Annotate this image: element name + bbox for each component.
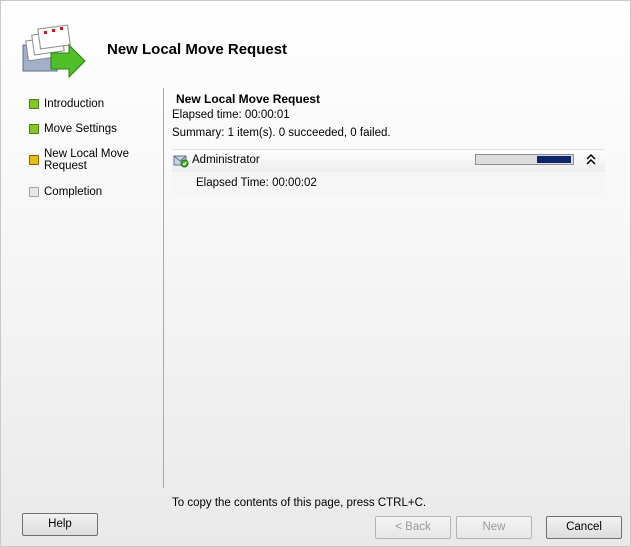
move-request-wizard-icon (22, 24, 86, 79)
task-elapsed-time: Elapsed Time: 00:00:02 (196, 177, 317, 189)
new-button[interactable]: New (456, 516, 532, 539)
summary-text: Summary: 1 item(s). 0 succeeded, 0 faile… (172, 127, 391, 139)
cancel-button[interactable]: Cancel (546, 516, 622, 539)
completed-status-icon (29, 99, 39, 109)
page-title: New Local Move Request (176, 92, 321, 106)
help-button[interactable]: Help (22, 513, 98, 536)
copy-hint-text: To copy the contents of this page, press… (172, 497, 427, 509)
task-detail-row: Elapsed Time: 00:00:02 (172, 172, 605, 195)
mailbox-user-icon (173, 155, 189, 168)
nav-divider (163, 88, 164, 488)
in-progress-status-icon (29, 155, 39, 165)
nav-item-label: Completion (44, 186, 103, 198)
completed-status-icon (29, 124, 39, 134)
task-name: Administrator (192, 154, 260, 166)
wizard-title: New Local Move Request (107, 41, 288, 58)
progress-fill (537, 156, 571, 163)
pending-status-icon (29, 187, 39, 197)
nav-item-label: Move Settings (44, 123, 117, 135)
nav-item-label: New Local Move Request (44, 148, 130, 172)
nav-item-label: Introduction (44, 98, 105, 110)
elapsed-time: Elapsed time: 00:00:01 (172, 109, 290, 121)
task-progress-bar (475, 154, 574, 165)
task-row-administrator[interactable]: Administrator (172, 149, 605, 174)
back-button[interactable]: < Back (375, 516, 451, 539)
wizard-header: New Local Move Request (1, 1, 631, 85)
wizard-window: New Local Move Request Introduction Move… (0, 0, 631, 547)
collapse-icon[interactable] (585, 153, 597, 167)
